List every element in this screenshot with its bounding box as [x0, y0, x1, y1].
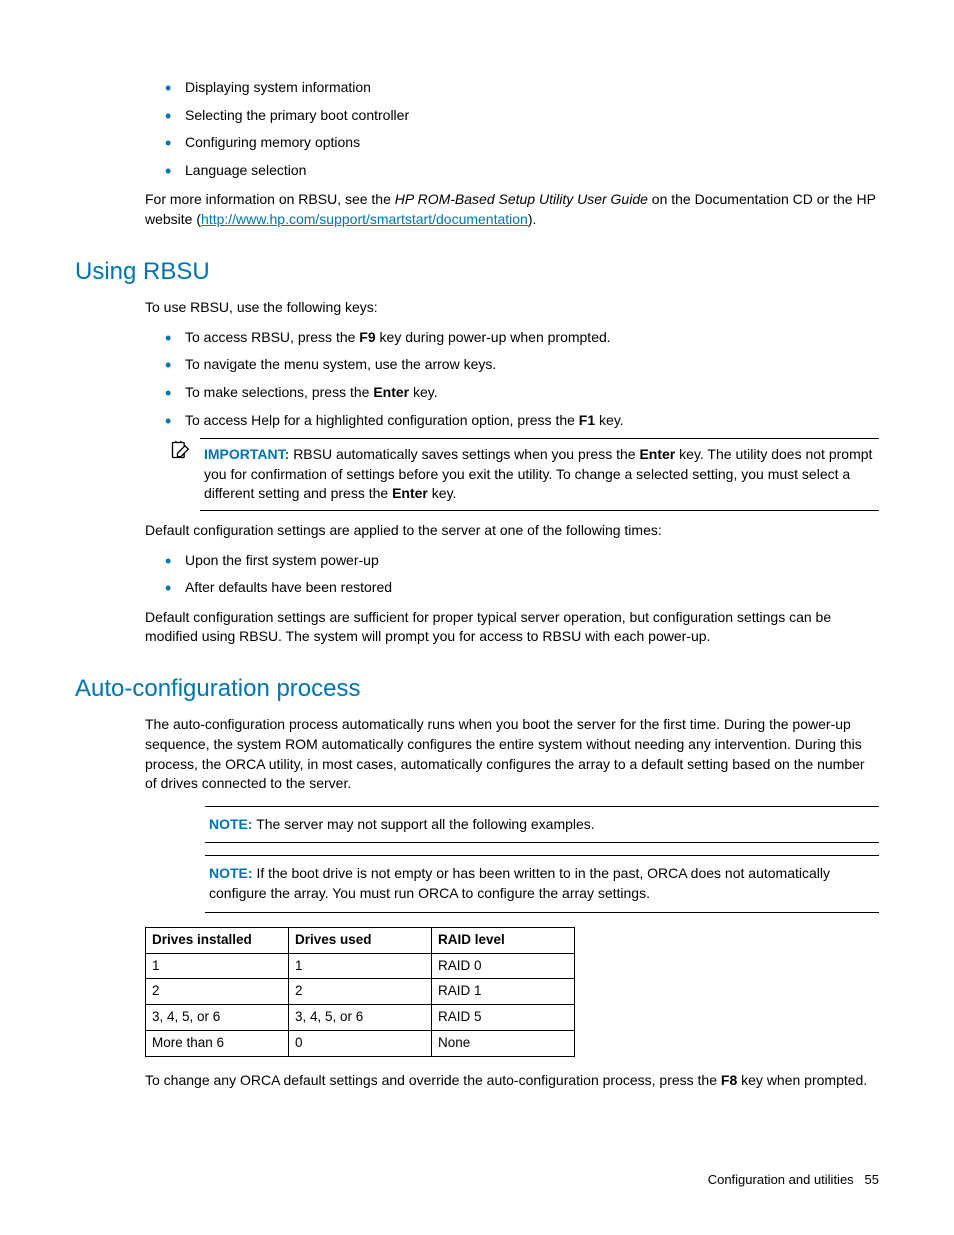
text: For more information on RBSU, see the [145, 191, 395, 207]
cell: More than 6 [146, 1031, 289, 1057]
cell: RAID 0 [432, 953, 575, 979]
text: To make selections, press the [185, 384, 373, 400]
key-enter: Enter [392, 485, 428, 501]
text: key. [409, 384, 438, 400]
more-info-paragraph: For more information on RBSU, see the HP… [145, 190, 879, 229]
list-item: After defaults have been restored [165, 578, 879, 598]
list-item: To access Help for a highlighted configu… [165, 411, 879, 431]
note-text: If the boot drive is not empty or has be… [209, 865, 830, 901]
footer-section: Configuration and utilities [708, 1172, 854, 1187]
text: key. [428, 485, 457, 501]
important-callout: IMPORTANT: RBSU automatically saves sett… [170, 438, 879, 511]
auto-intro-paragraph: The auto-configuration process automatic… [145, 715, 879, 793]
cell: RAID 5 [432, 1005, 575, 1031]
guide-title: HP ROM-Based Setup Utility User Guide [395, 191, 648, 207]
key-f8: F8 [721, 1072, 737, 1088]
cell: 1 [146, 953, 289, 979]
table-row: 1 1 RAID 0 [146, 953, 575, 979]
using-intro: To use RBSU, use the following keys: [145, 298, 879, 318]
content-block: Displaying system information Selecting … [145, 78, 879, 230]
list-item: Displaying system information [165, 78, 879, 98]
col-drives-installed: Drives installed [146, 927, 289, 953]
important-text: IMPORTANT: RBSU automatically saves sett… [200, 438, 879, 511]
heading-using-rbsu: Using RBSU [75, 255, 879, 289]
cell: 2 [289, 979, 432, 1005]
page-footer: Configuration and utilities 55 [75, 1171, 879, 1189]
important-label: IMPORTANT: [204, 446, 289, 462]
default-sufficient-paragraph: Default configuration settings are suffi… [145, 608, 879, 647]
important-icon [170, 438, 200, 511]
note-callout-2: NOTE: If the boot drive is not empty or … [205, 855, 879, 912]
list-item: Configuring memory options [165, 133, 879, 153]
table-row: More than 6 0 None [146, 1031, 575, 1057]
note-text: The server may not support all the follo… [256, 816, 595, 832]
key-enter: Enter [639, 446, 675, 462]
using-bullet-list: To access RBSU, press the F9 key during … [145, 328, 879, 430]
list-item: To access RBSU, press the F9 key during … [165, 328, 879, 348]
text: key during power-up when prompted. [376, 329, 611, 345]
text: To access RBSU, press the [185, 329, 359, 345]
text: RBSU automatically saves settings when y… [293, 446, 639, 462]
using-rbsu-section: To use RBSU, use the following keys: To … [145, 298, 879, 647]
cell: 1 [289, 953, 432, 979]
key-f9: F9 [359, 329, 375, 345]
text: To access Help for a highlighted configu… [185, 412, 579, 428]
default-applied-paragraph: Default configuration settings are appli… [145, 521, 879, 541]
hp-support-link[interactable]: http://www.hp.com/support/smartstart/doc… [201, 211, 528, 227]
table-header-row: Drives installed Drives used RAID level [146, 927, 575, 953]
raid-table: Drives installed Drives used RAID level … [145, 927, 575, 1057]
key-f1: F1 [579, 412, 595, 428]
list-item: Selecting the primary boot controller [165, 106, 879, 126]
text: key. [595, 412, 624, 428]
list-item: Upon the first system power-up [165, 551, 879, 571]
table-row: 2 2 RAID 1 [146, 979, 575, 1005]
text: ). [528, 211, 537, 227]
heading-auto-config: Auto-configuration process [75, 672, 879, 706]
list-item: Language selection [165, 161, 879, 181]
note-label: NOTE: [209, 865, 253, 881]
default-bullet-list: Upon the first system power-up After def… [145, 551, 879, 598]
cell: 0 [289, 1031, 432, 1057]
note-label: NOTE: [209, 816, 253, 832]
top-bullet-list: Displaying system information Selecting … [145, 78, 879, 180]
cell: 3, 4, 5, or 6 [146, 1005, 289, 1031]
orca-change-paragraph: To change any ORCA default settings and … [145, 1071, 879, 1091]
list-item: To navigate the menu system, use the arr… [165, 355, 879, 375]
text: key when prompted. [737, 1072, 867, 1088]
cell: 2 [146, 979, 289, 1005]
col-raid-level: RAID level [432, 927, 575, 953]
table-row: 3, 4, 5, or 6 3, 4, 5, or 6 RAID 5 [146, 1005, 575, 1031]
note-callout-1: NOTE: The server may not support all the… [205, 806, 879, 844]
text: To change any ORCA default settings and … [145, 1072, 721, 1088]
col-drives-used: Drives used [289, 927, 432, 953]
auto-config-section: The auto-configuration process automatic… [145, 715, 879, 1090]
footer-page-number: 55 [865, 1172, 879, 1187]
key-enter: Enter [373, 384, 409, 400]
cell: RAID 1 [432, 979, 575, 1005]
cell: None [432, 1031, 575, 1057]
cell: 3, 4, 5, or 6 [289, 1005, 432, 1031]
list-item: To make selections, press the Enter key. [165, 383, 879, 403]
